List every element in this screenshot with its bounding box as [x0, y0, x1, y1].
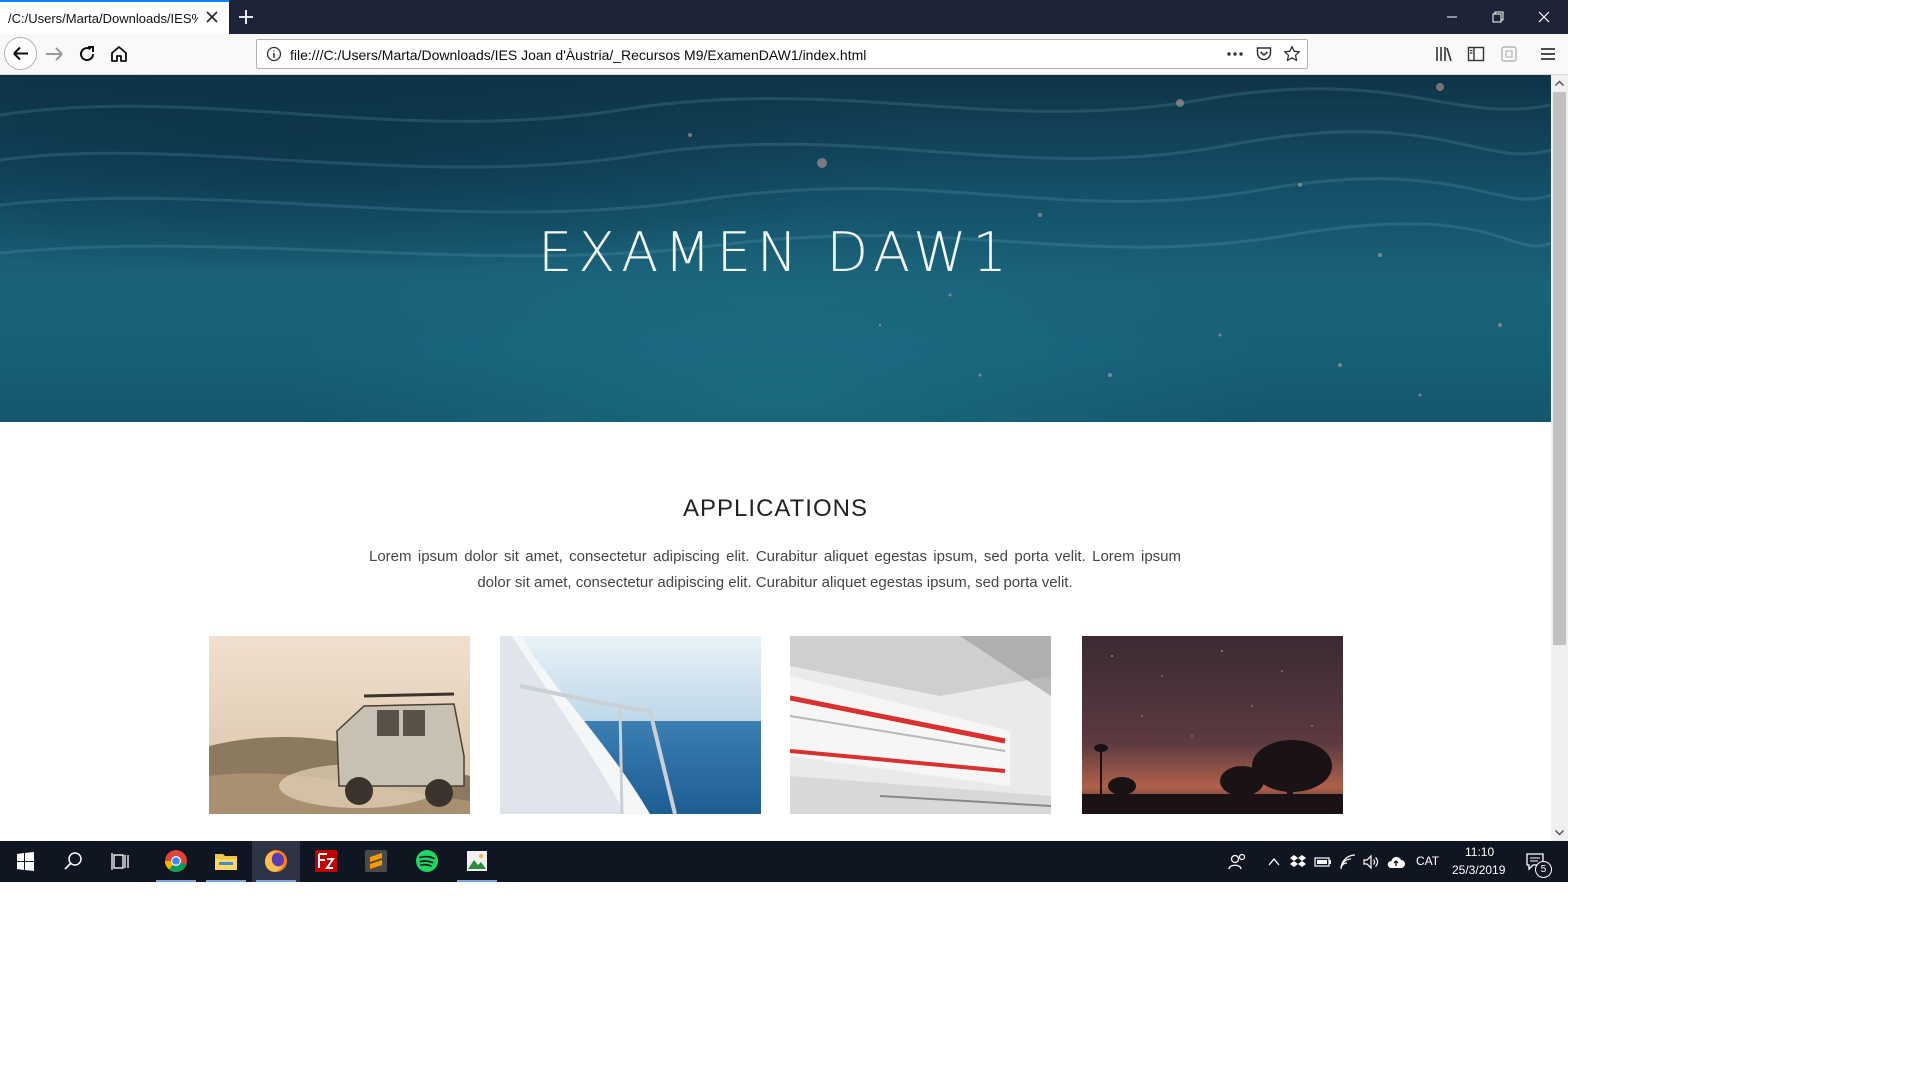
sublime-text-icon — [365, 850, 387, 872]
minimize-icon[interactable] — [1442, 7, 1462, 27]
running-indicator — [206, 880, 246, 882]
running-indicator — [457, 880, 497, 882]
battery-icon[interactable] — [1314, 854, 1332, 870]
application-image-4 — [1082, 636, 1343, 814]
clock-date[interactable]: 25/3/2019 — [1452, 863, 1505, 877]
search-icon — [64, 852, 82, 870]
scroll-up-icon[interactable] — [1551, 75, 1568, 92]
firefox-icon — [265, 850, 287, 872]
home-icon[interactable] — [103, 38, 135, 70]
show-hidden-icons-icon[interactable] — [1266, 854, 1282, 870]
url-text[interactable]: file:///C:/Users/Marta/Downloads/IES Joa… — [290, 47, 866, 63]
notification-badge: 5 — [1535, 861, 1552, 878]
page-viewport: EXAMEN DAW1 APPLICATIONS Lorem ipsum dol… — [0, 75, 1551, 841]
file-explorer-icon — [215, 854, 237, 870]
search-button[interactable] — [49, 841, 97, 882]
sublime-text-taskbar-app[interactable] — [352, 841, 400, 882]
language-indicator[interactable]: CAT — [1416, 854, 1439, 868]
file-explorer-taskbar-app[interactable] — [202, 841, 250, 882]
site-info-icon[interactable] — [265, 45, 283, 63]
dropbox-icon[interactable] — [1289, 854, 1307, 870]
vertical-scrollbar[interactable] — [1551, 75, 1568, 841]
application-image-1 — [209, 636, 470, 814]
close-window-icon[interactable] — [1534, 7, 1554, 27]
start-button[interactable] — [1, 841, 49, 882]
library-icon[interactable] — [1434, 44, 1454, 64]
hero-banner: EXAMEN DAW1 — [0, 75, 1551, 422]
new-tab-icon[interactable] — [236, 7, 256, 27]
close-tab-icon[interactable] — [203, 8, 221, 26]
navigation-toolbar: file:///C:/Users/Marta/Downloads/IES Joa… — [0, 34, 1568, 75]
sidebar-icon[interactable] — [1466, 44, 1486, 64]
back-arrow-icon — [13, 46, 28, 61]
bookmark-star-icon[interactable] — [1283, 45, 1301, 63]
firefox-taskbar-app[interactable] — [252, 841, 300, 882]
forward-arrow-icon[interactable] — [38, 38, 70, 70]
section-description: Lorem ipsum dolor sit amet, consectetur … — [369, 548, 1181, 591]
page-actions-icon[interactable] — [1226, 45, 1244, 63]
cloud-sync-icon[interactable] — [1386, 853, 1406, 871]
chrome-icon — [164, 850, 187, 873]
hero-title: EXAMEN DAW1 — [538, 221, 1013, 284]
task-view-button[interactable] — [97, 841, 145, 882]
wifi-icon[interactable] — [1339, 853, 1357, 871]
application-image-2 — [500, 636, 761, 814]
running-indicator — [156, 880, 196, 882]
spotify-icon — [416, 850, 438, 872]
reload-icon[interactable] — [71, 38, 103, 70]
tab-strip: /C:/Users/Marta/Downloads/IES%20 — [0, 0, 1568, 34]
scroll-down-icon[interactable] — [1551, 824, 1568, 841]
application-image-3 — [790, 636, 1051, 814]
task-view-icon — [111, 853, 129, 870]
tab-title: /C:/Users/Marta/Downloads/IES%20 — [8, 11, 198, 26]
spotify-taskbar-app[interactable] — [403, 841, 451, 882]
address-bar[interactable]: file:///C:/Users/Marta/Downloads/IES Joa… — [256, 39, 1308, 69]
image-viewer-taskbar-app[interactable] — [453, 841, 501, 882]
restore-icon[interactable] — [1488, 7, 1508, 27]
clock-time[interactable]: 11:10 — [1465, 845, 1494, 859]
chrome-taskbar-app[interactable] — [152, 841, 200, 882]
scrollbar-thumb[interactable] — [1553, 92, 1566, 645]
back-button[interactable] — [4, 37, 37, 70]
filezilla-taskbar-app[interactable] — [302, 841, 350, 882]
image-viewer-icon — [467, 851, 487, 871]
people-icon[interactable] — [1226, 851, 1248, 873]
start-icon — [17, 852, 34, 871]
section-title: APPLICATIONS — [683, 495, 868, 522]
pocket-icon[interactable] — [1255, 45, 1273, 63]
volume-icon[interactable] — [1362, 853, 1380, 871]
taskbar: CAT 11:10 25/3/2019 5 — [0, 841, 1568, 882]
browser-tab[interactable]: /C:/Users/Marta/Downloads/IES%20 — [0, 0, 229, 34]
running-indicator — [256, 880, 296, 882]
menu-icon[interactable] — [1538, 44, 1558, 64]
extension-icon[interactable] — [1499, 44, 1519, 64]
filezilla-icon — [315, 850, 337, 872]
